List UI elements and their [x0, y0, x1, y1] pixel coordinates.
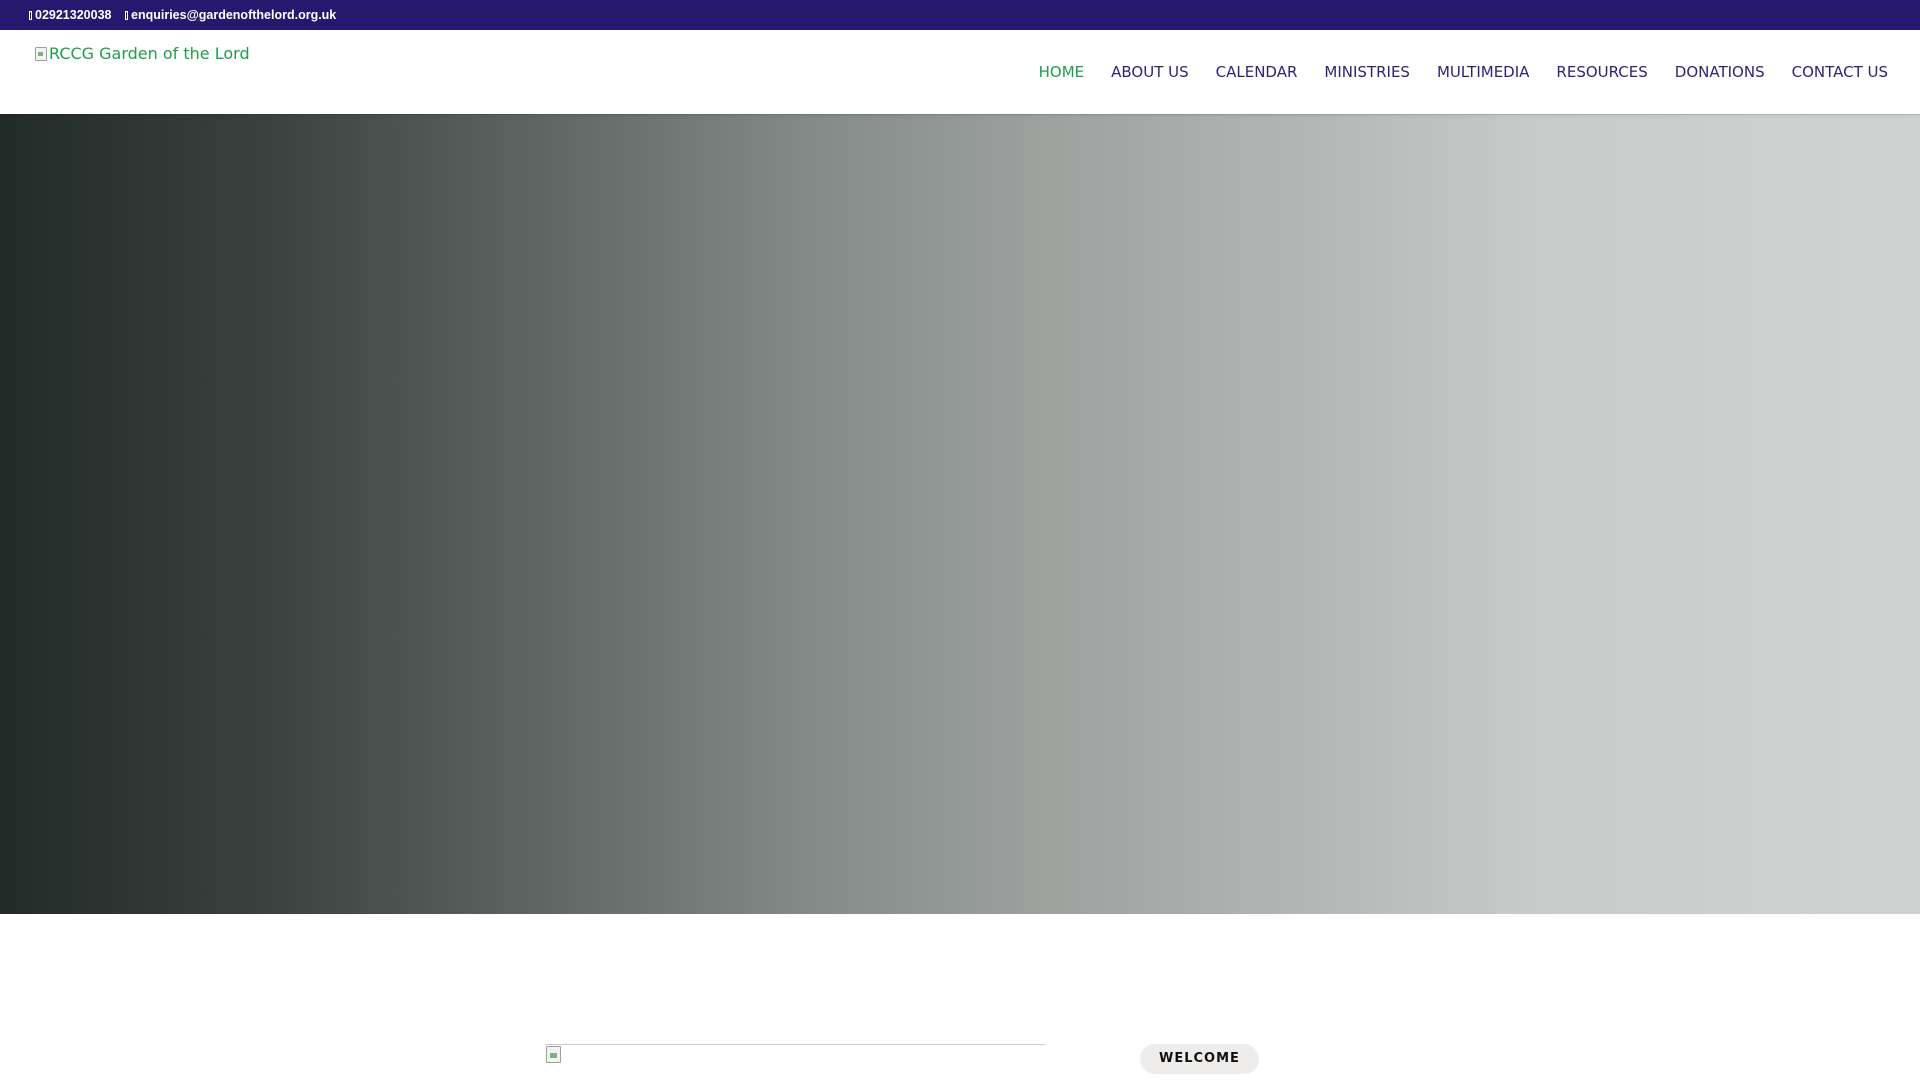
- nav-donations[interactable]: DONATIONS: [1675, 63, 1765, 81]
- nav-ministries[interactable]: MINISTRIES: [1324, 63, 1410, 81]
- logo-alt-text[interactable]: RCCG Garden of the Lord: [49, 44, 250, 63]
- top-bar: 02921320038 enquiries@gardenofthelord.or…: [0, 0, 1920, 30]
- nav-about-us[interactable]: ABOUT US: [1111, 63, 1189, 81]
- nav-contact-us[interactable]: CONTACT US: [1792, 63, 1888, 81]
- broken-image-icon: [34, 46, 48, 62]
- email-address[interactable]: enquiries@gardenofthelord.org.uk: [131, 0, 336, 30]
- hero-banner: [0, 114, 1920, 914]
- nav-calendar[interactable]: CALENDAR: [1216, 63, 1298, 81]
- nav-home[interactable]: HOME: [1039, 63, 1085, 81]
- welcome-image: [545, 1044, 1045, 1080]
- phone-icon: [29, 10, 32, 20]
- nav-multimedia[interactable]: MULTIMEDIA: [1437, 63, 1529, 81]
- phone-contact[interactable]: 02921320038: [29, 0, 111, 30]
- site-logo[interactable]: RCCG Garden of the Lord: [34, 44, 250, 63]
- nav-resources[interactable]: RESOURCES: [1556, 63, 1647, 81]
- envelope-icon: [125, 10, 128, 20]
- phone-number[interactable]: 02921320038: [35, 0, 111, 30]
- main-navigation: HOME ABOUT US CALENDAR MINISTRIES MULTIM…: [1012, 30, 1888, 114]
- broken-image-icon: [545, 1045, 562, 1063]
- site-header: RCCG Garden of the Lord HOME ABOUT US CA…: [0, 30, 1920, 114]
- email-contact[interactable]: enquiries@gardenofthelord.org.uk: [125, 0, 336, 30]
- welcome-section: WELCOME: [0, 914, 1920, 1080]
- welcome-badge: WELCOME: [1140, 1044, 1259, 1074]
